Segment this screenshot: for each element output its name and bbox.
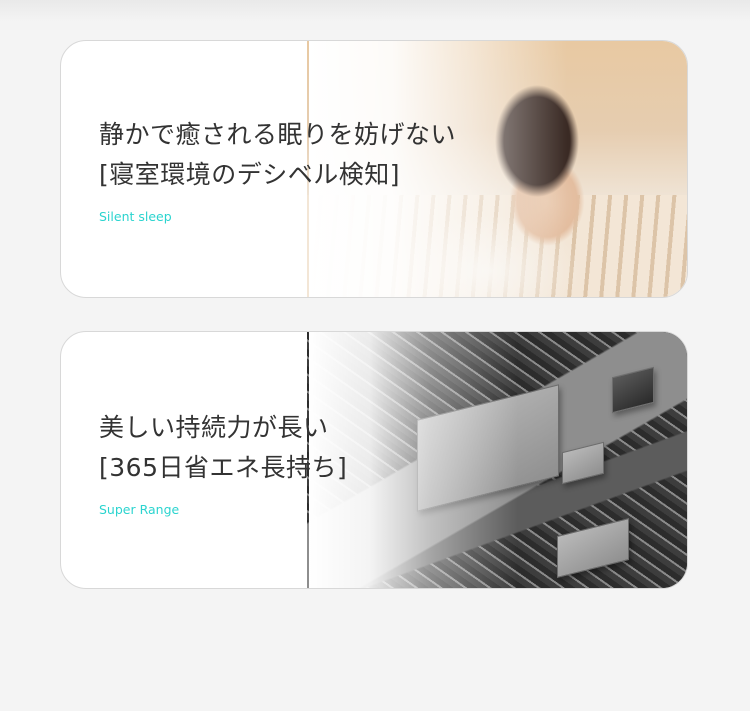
feature-title-line2: [365日省エネ長持ち] <box>99 453 348 482</box>
feature-title-line1: 静かで癒される眠りを妨げない <box>99 120 457 149</box>
image-fade-overlay <box>309 332 687 588</box>
feature-card-silent-sleep: 静かで癒される眠りを妨げない [寝室環境のデシベル検知] Silent slee… <box>60 40 688 298</box>
feature-title-line1: 美しい持続力が長い <box>99 413 329 442</box>
feature-text: 美しい持続力が長い [365日省エネ長持ち] Super Range <box>99 408 347 517</box>
top-shadow <box>0 0 750 22</box>
feature-text: 静かで癒される眠りを妨げない [寝室環境のデシベル検知] Silent slee… <box>99 115 456 224</box>
feature-title-line2: [寝室環境のデシベル検知] <box>99 160 401 189</box>
feature-card-super-range: 美しい持続力が長い [365日省エネ長持ち] Super Range <box>60 331 688 589</box>
feature-subtitle: Silent sleep <box>99 209 172 224</box>
feature-subtitle: Super Range <box>99 502 180 517</box>
